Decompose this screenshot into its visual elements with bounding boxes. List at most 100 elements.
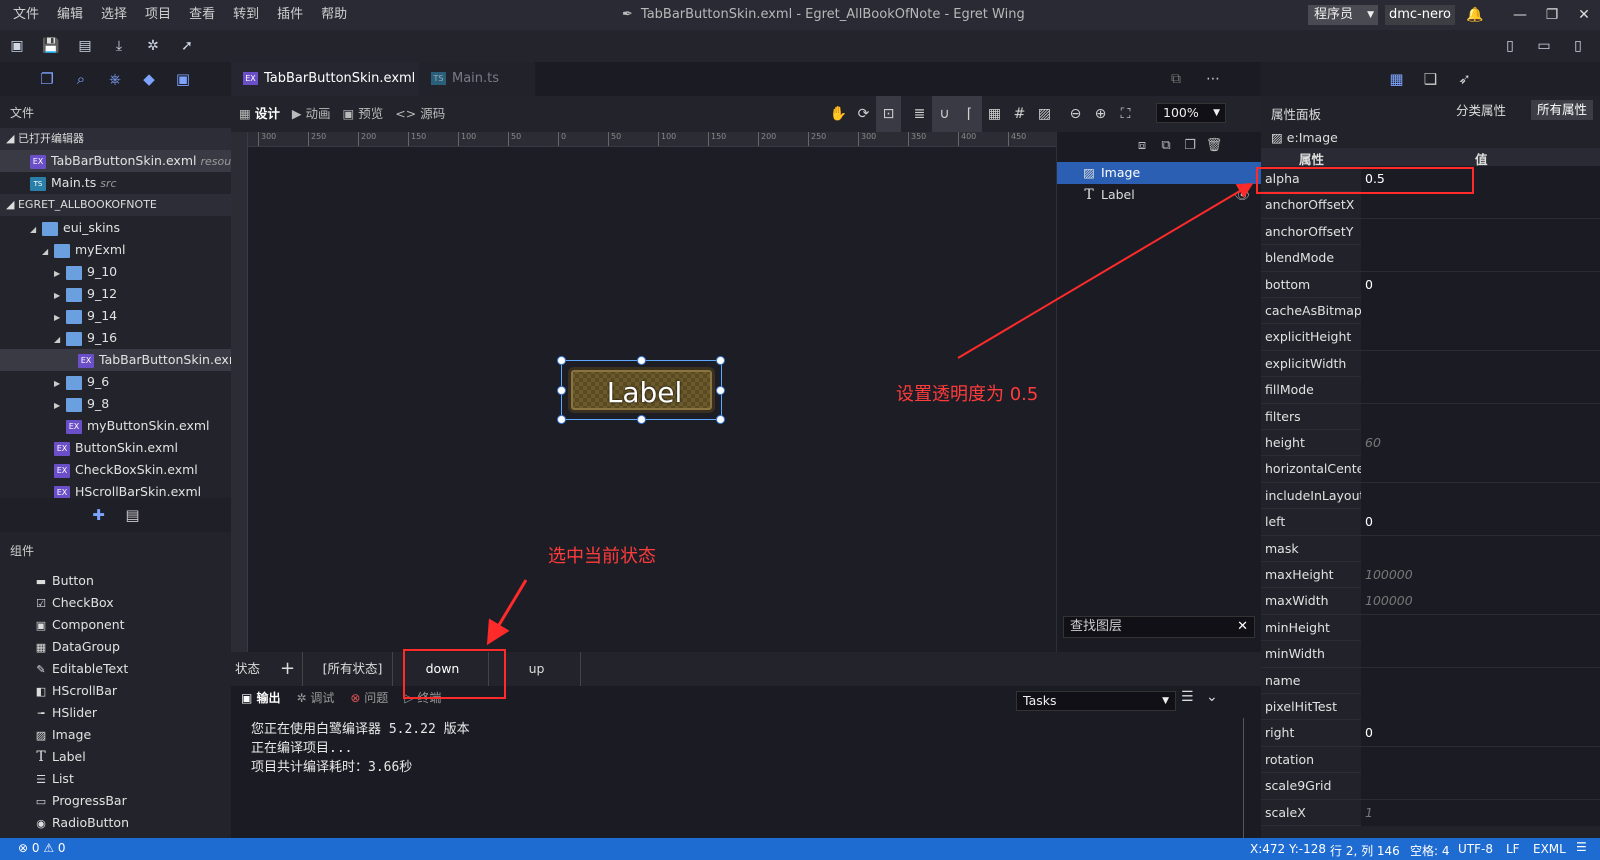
image-toggle-icon[interactable]: ▨ (1032, 96, 1057, 132)
prop-row-mask[interactable]: mask (1261, 535, 1600, 562)
component-component[interactable]: ▣ Component (34, 614, 125, 636)
category-props-button[interactable]: 分类属性 (1456, 102, 1506, 120)
prop-value-input[interactable]: 0 (1361, 509, 1600, 536)
resize-handle-nw[interactable] (557, 356, 566, 365)
toggle-panel-icon[interactable]: ▭ (1527, 30, 1561, 62)
save-icon[interactable]: 💾 (34, 30, 68, 62)
close-window-icon[interactable]: ✕ (1569, 0, 1599, 30)
layer-label[interactable]: T Label 👁 (1057, 184, 1262, 206)
prop-row-fillmode[interactable]: fillMode (1261, 377, 1600, 404)
prop-row-cacheasbitmap[interactable]: cacheAsBitmap (1261, 298, 1600, 325)
resize-handle-sw[interactable] (557, 415, 566, 424)
all-props-button[interactable]: 所有属性 (1531, 100, 1594, 120)
files-icon[interactable]: ❐ (30, 62, 64, 96)
component-button[interactable]: ▬ Button (34, 570, 94, 592)
prop-row-left[interactable]: left 0 (1261, 509, 1600, 536)
bell-icon[interactable]: 🔔 (1460, 0, 1490, 30)
prop-row-includeinlayout[interactable]: includeInLayout (1261, 482, 1600, 510)
hash-grid-icon[interactable]: # (1007, 96, 1032, 132)
component-hslider[interactable]: ╼ HSlider (34, 702, 97, 724)
prop-value-input[interactable]: 60 (1361, 430, 1600, 456)
feedback-icon[interactable]: ☰ (1576, 840, 1587, 854)
layer-image[interactable]: ▨ Image (1057, 162, 1262, 184)
prop-value-input[interactable] (1361, 694, 1600, 720)
skin-preview-selected[interactable]: Label (557, 356, 725, 424)
prop-row-name[interactable]: name (1261, 667, 1600, 694)
state-all[interactable]: [所有状态] (313, 652, 393, 686)
puzzle-icon[interactable]: ✚ (82, 498, 116, 532)
prop-value-input[interactable] (1361, 218, 1600, 245)
prop-value-input[interactable] (1361, 324, 1600, 351)
prop-row-rotation[interactable]: rotation (1261, 746, 1600, 774)
fit-icon[interactable]: ⊡ (876, 96, 901, 132)
brush-icon[interactable]: ➶ (1448, 62, 1482, 96)
prop-value-input[interactable] (1361, 350, 1600, 377)
prop-value-input[interactable]: 0 (1361, 720, 1600, 747)
save-all-icon[interactable]: ▤ (68, 30, 102, 62)
component-radiobutton[interactable]: ◉ RadioButton (34, 812, 129, 834)
prop-value-input[interactable] (1361, 641, 1600, 668)
prop-value-input[interactable]: 0 (1361, 271, 1600, 298)
menu-project[interactable]: 项目 (136, 0, 180, 30)
menu-view[interactable]: 查看 (180, 0, 224, 30)
prop-row-blendmode[interactable]: blendMode (1261, 245, 1600, 272)
toggle-sidebar-icon[interactable]: ▯ (1493, 30, 1527, 62)
more-icon[interactable]: ⋯ (1206, 62, 1220, 96)
minimize-icon[interactable]: — (1505, 0, 1535, 30)
resize-handle-e[interactable] (716, 386, 725, 395)
prop-row-scalex[interactable]: scaleX 1 (1261, 799, 1600, 826)
prop-value-input[interactable] (1361, 245, 1600, 272)
tree-item[interactable]: ▶ 9_12 (0, 283, 231, 305)
prop-row-height[interactable]: height 60 (1261, 430, 1600, 457)
restore-icon[interactable]: ❐ (1537, 0, 1567, 30)
prop-value-input[interactable] (1361, 667, 1600, 694)
tab-tabbarbuttonskin[interactable]: EXTabBarButtonSkin.exml✕ (231, 62, 449, 96)
menu-select[interactable]: 选择 (92, 0, 136, 30)
hand-icon[interactable]: ✋ (826, 96, 851, 132)
prop-row-anchoroffsetx[interactable]: anchorOffsetX (1261, 192, 1600, 219)
prop-value-input[interactable] (1361, 298, 1600, 324)
tab-output[interactable]: ▣ 输出 (233, 686, 289, 710)
guides-icon[interactable]: ⌈ (957, 96, 982, 132)
prop-value-input[interactable]: 100000 (1361, 562, 1600, 588)
line-ending[interactable]: LF (1506, 842, 1520, 856)
indentation[interactable]: 空格: 4 (1410, 842, 1450, 859)
component-image[interactable]: ▨ Image (34, 724, 91, 746)
prop-row-bottom[interactable]: bottom 0 (1261, 271, 1600, 298)
prop-value-input[interactable] (1361, 377, 1600, 404)
toggle-props-icon[interactable]: ▯ (1561, 30, 1595, 62)
resize-handle-s[interactable] (637, 415, 646, 424)
tab-problems[interactable]: ⊗ 问题 (342, 686, 396, 710)
book-icon[interactable]: ❑ (1414, 62, 1448, 96)
tree-item[interactable]: ◢ 9_16 (0, 327, 231, 349)
prop-row-explicitheight[interactable]: explicitHeight (1261, 324, 1600, 351)
tree-item-selected[interactable]: EX TabBarButtonSkin.exml (0, 349, 231, 371)
prop-row-horizontalcenter[interactable]: horizontalCenter (1261, 456, 1600, 483)
copy-icon[interactable]: ❐ (1178, 132, 1202, 160)
output-scrollbar[interactable] (1243, 718, 1244, 838)
prop-row-pixelhittest[interactable]: pixelHitTest (1261, 694, 1600, 721)
refresh-icon[interactable]: ⟳ (851, 96, 876, 132)
search-icon[interactable]: ⌕ (64, 62, 98, 96)
tree-item[interactable]: ▶ 9_8 (0, 393, 231, 415)
tree-item[interactable]: ▶ 9_6 (0, 371, 231, 393)
component-checkbox[interactable]: ☑ CheckBox (34, 592, 114, 614)
prop-row-scale9grid[interactable]: scale9Grid (1261, 773, 1600, 800)
zoom-out-icon[interactable]: ⊖ (1063, 96, 1088, 132)
tab-debug[interactable]: ✲ 调试 (289, 686, 343, 710)
prop-row-maxwidth[interactable]: maxWidth 100000 (1261, 588, 1600, 615)
mode-animation[interactable]: ▶ 动画 (286, 96, 337, 132)
extensions-icon[interactable]: ▣ (166, 62, 200, 96)
mode-source[interactable]: <> 源码 (389, 96, 451, 132)
trash-icon[interactable]: 🗑 (1202, 132, 1226, 160)
layer-search-input[interactable]: 查找图层 ✕ (1063, 616, 1255, 638)
prop-value-input[interactable]: 100000 (1361, 588, 1600, 615)
prop-value-input[interactable]: 1 (1361, 799, 1600, 826)
line-col[interactable]: 行 2, 列 146 (1330, 842, 1400, 859)
menu-file[interactable]: 文件 (4, 0, 48, 30)
properties-icon[interactable]: ▦ (1380, 62, 1414, 96)
errors-count[interactable]: ⊗ 0 ⚠ 0 (18, 841, 66, 855)
prop-row-maxheight[interactable]: maxHeight 100000 (1261, 562, 1600, 589)
open-editor-item[interactable]: TS Main.ts src (0, 172, 231, 194)
project-header[interactable]: ◢ EGRET_ALLBOOKOFNOTE (0, 194, 231, 216)
